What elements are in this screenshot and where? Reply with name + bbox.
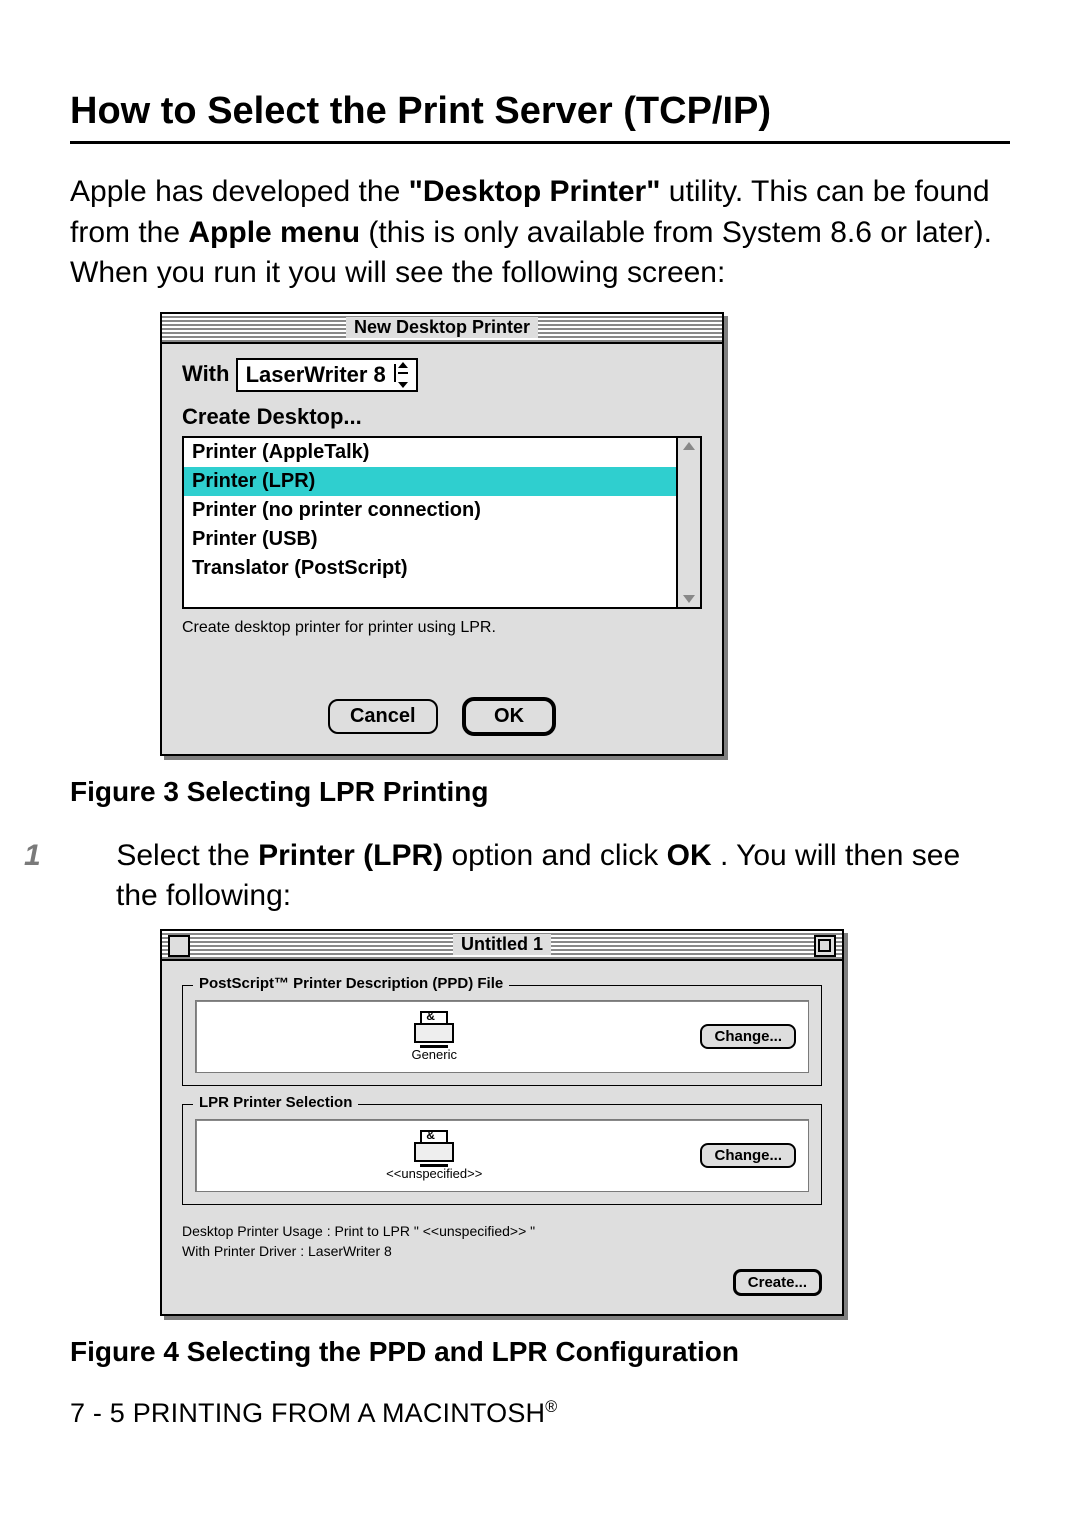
intro-bold-apple-menu: Apple menu [188,216,360,249]
dialog-untitled-1: Untitled 1 PostScript™ Printer Descripti… [160,929,844,1316]
figure-4-caption: Figure 4 Selecting the PPD and LPR Confi… [70,1336,1010,1368]
intro-bold-desktop-printer: "Desktop Printer" [409,175,661,208]
step1-text-2: option and click [451,839,666,872]
scroll-up-icon[interactable] [683,442,695,450]
printer-driver-line: With Printer Driver : LaserWriter 8 [182,1243,822,1259]
scroll-down-icon[interactable] [683,595,695,603]
driver-popup[interactable]: LaserWriter 8 [236,358,418,392]
section-heading: How to Select the Print Server (TCP/IP) [70,90,1010,133]
create-desktop-label: Create Desktop... [182,404,702,430]
create-button[interactable]: Create... [733,1269,822,1296]
close-box-icon[interactable] [168,935,190,957]
change-ppd-button[interactable]: Change... [700,1024,796,1049]
figure-3-caption: Figure 3 Selecting LPR Printing [70,776,1010,808]
group-lpr: LPR Printer Selection & <<unspecified>> … [182,1104,822,1205]
driver-popup-value: LaserWriter 8 [246,362,386,387]
intro-text-1: Apple has developed the [70,175,409,208]
step1-bold-ok: OK [667,839,712,872]
listbox-scrollbar[interactable] [676,438,700,607]
zoom-box-icon[interactable] [814,935,836,957]
ok-button[interactable]: OK [462,697,556,736]
page-footer: 7 - 5 PRINTING FROM A MACINTOSH® [70,1398,1010,1429]
cancel-button[interactable]: Cancel [328,699,438,734]
ppd-value: Generic [208,1047,660,1062]
step-number: 1 [70,836,108,877]
dialog-new-desktop-printer: New Desktop Printer With LaserWriter 8 C… [160,312,724,756]
group-ppd-legend: PostScript™ Printer Description (PPD) Fi… [193,975,509,992]
dialog1-title: New Desktop Printer [346,317,538,338]
group-lpr-legend: LPR Printer Selection [193,1094,358,1111]
dialog1-titlebar: New Desktop Printer [162,314,722,344]
dialog2-titlebar: Untitled 1 [162,931,842,961]
printer-icon: & [414,1011,454,1045]
printer-icon: & [414,1130,454,1164]
list-item[interactable]: Printer (LPR) [184,467,676,496]
step1-text-1: Select the [116,839,258,872]
list-item[interactable]: Printer (USB) [184,525,676,554]
dialog1-hint: Create desktop printer for printer using… [182,619,702,637]
list-item[interactable]: Translator (PostScript) [184,554,676,583]
step-1: 1 Select the Printer (LPR) option and cl… [70,836,1010,917]
lpr-value: <<unspecified>> [208,1166,660,1181]
printer-type-listbox[interactable]: Printer (AppleTalk) Printer (LPR) Printe… [182,436,702,609]
dialog2-title: Untitled 1 [453,934,551,955]
list-item[interactable]: Printer (AppleTalk) [184,438,676,467]
step1-bold-printer-lpr: Printer (LPR) [258,839,443,872]
with-label: With [182,360,229,385]
change-lpr-button[interactable]: Change... [700,1143,796,1168]
desktop-printer-usage: Desktop Printer Usage : Print to LPR " <… [182,1223,822,1239]
group-ppd: PostScript™ Printer Description (PPD) Fi… [182,985,822,1086]
list-item[interactable]: Printer (no printer connection) [184,496,676,525]
heading-rule [70,141,1010,144]
intro-paragraph: Apple has developed the "Desktop Printer… [70,172,1010,294]
